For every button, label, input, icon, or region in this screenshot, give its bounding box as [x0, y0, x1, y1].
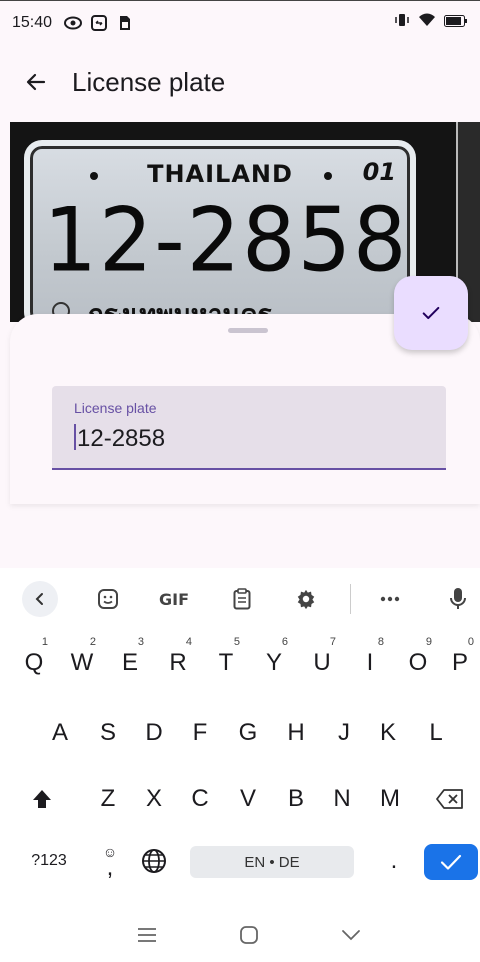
- field-value: 12-2858: [77, 425, 166, 452]
- key-s[interactable]: S: [88, 708, 128, 758]
- key-u[interactable]: U7: [302, 636, 342, 688]
- key-b[interactable]: B: [276, 774, 316, 824]
- globe-icon: [142, 849, 166, 873]
- key-v[interactable]: V: [228, 774, 268, 824]
- check-icon: [422, 306, 440, 320]
- text-caret: [74, 424, 76, 450]
- settings-icon: [297, 589, 315, 610]
- key-m[interactable]: M: [370, 774, 410, 824]
- key-p[interactable]: P0: [440, 636, 480, 688]
- gif-button[interactable]: GIF: [152, 581, 196, 617]
- plate-code: 01: [362, 158, 396, 186]
- status-right-icons: [394, 13, 468, 32]
- vibrate-icon: [394, 13, 410, 32]
- sticker-button[interactable]: [92, 581, 124, 617]
- app-bar: License plate: [0, 44, 480, 120]
- key-d[interactable]: D: [134, 708, 174, 758]
- keyboard-row-1: Q1 W2 E3 R4 T5 Y6 U7 I8 O9 P0: [0, 636, 480, 698]
- plate-country: THAILAND: [147, 160, 293, 188]
- plate-number: 12-2858: [43, 188, 409, 292]
- key-w[interactable]: W2: [62, 636, 102, 688]
- symbols-key[interactable]: ?123: [22, 836, 76, 886]
- key-y[interactable]: Y6: [254, 636, 294, 688]
- keyboard-row-3: Z X C V B N M: [0, 774, 480, 834]
- more-button[interactable]: [374, 581, 406, 617]
- status-bar: 15:40: [0, 0, 480, 44]
- key-t[interactable]: T5: [206, 636, 246, 688]
- shift-key[interactable]: [22, 774, 62, 824]
- period-key[interactable]: .: [374, 836, 414, 886]
- chevron-down-icon: [342, 930, 360, 941]
- home-button[interactable]: [234, 920, 264, 950]
- arrow-left-icon: [26, 73, 46, 91]
- keyboard-row-2: A S D F G H J K L: [0, 708, 480, 768]
- keyboard: GIF Q1 W2 E3 R4 T5 Y6 U7 I8 O9 P 0 A S D…: [0, 568, 480, 962]
- field-label: License plate: [74, 400, 157, 416]
- status-time: 15:40: [12, 13, 53, 31]
- key-o[interactable]: O9: [398, 636, 438, 688]
- key-a[interactable]: A: [40, 708, 80, 758]
- comma-key[interactable]: ☺ ,: [90, 836, 130, 886]
- eye-icon: [64, 14, 83, 32]
- check-icon: [440, 854, 462, 870]
- key-g[interactable]: G: [228, 708, 268, 758]
- key-e[interactable]: E3: [110, 636, 150, 688]
- chevron-left-icon: [35, 593, 43, 605]
- key-i[interactable]: I8: [350, 636, 390, 688]
- license-plate-image: THAILAND 01 12-2858 กรุงเทพมหานคร: [24, 140, 416, 322]
- key-c[interactable]: C: [180, 774, 220, 824]
- shift-icon: [33, 790, 51, 808]
- key-k[interactable]: K: [368, 708, 408, 758]
- wifi-icon: [418, 13, 436, 32]
- menu-icon: [138, 928, 156, 942]
- home-icon: [240, 926, 258, 944]
- key-q[interactable]: Q1: [14, 636, 54, 688]
- license-plate-field[interactable]: License plate 12-2858: [52, 386, 446, 470]
- navigation-bar: [0, 908, 480, 962]
- more-icon: [380, 596, 400, 602]
- recents-button[interactable]: [132, 920, 162, 950]
- back-button[interactable]: [16, 62, 56, 102]
- voice-input-button[interactable]: [442, 581, 474, 617]
- key-f[interactable]: F: [180, 708, 220, 758]
- key-l[interactable]: L: [416, 708, 456, 758]
- key-z[interactable]: Z: [88, 774, 128, 824]
- key-n[interactable]: N: [322, 774, 362, 824]
- plate-dot: [324, 172, 332, 180]
- drag-handle[interactable]: [228, 328, 268, 333]
- clipboard-icon: [233, 588, 251, 610]
- mic-icon: [450, 588, 466, 609]
- sim-icon: [116, 14, 134, 32]
- language-key[interactable]: [134, 836, 174, 886]
- clipboard-button[interactable]: [226, 581, 258, 617]
- backspace-icon: [436, 789, 463, 809]
- keyboard-toolbar: GIF: [0, 568, 480, 630]
- toolbar-divider: [350, 584, 351, 614]
- key-x[interactable]: X: [134, 774, 174, 824]
- hide-keyboard-button[interactable]: [336, 920, 366, 950]
- screen-record-icon: [90, 14, 108, 32]
- sticker-icon: [98, 589, 118, 609]
- confirm-button[interactable]: [394, 276, 468, 350]
- field-input[interactable]: 12-2858: [74, 424, 165, 453]
- keyboard-row-4: ?123 ☺ , EN • DE .: [0, 836, 480, 896]
- toolbar-back-button[interactable]: [22, 581, 58, 617]
- key-j[interactable]: J: [324, 708, 364, 758]
- key-r[interactable]: R4: [158, 636, 198, 688]
- battery-icon: [444, 14, 468, 32]
- key-h[interactable]: H: [276, 708, 316, 758]
- screen: 15:40 License plate THAILAND 01 12-2858 …: [0, 0, 480, 962]
- page-title: License plate: [72, 66, 226, 97]
- settings-button[interactable]: [290, 581, 322, 617]
- backspace-key[interactable]: [430, 774, 470, 824]
- space-key[interactable]: EN • DE: [190, 846, 354, 878]
- enter-key[interactable]: [424, 844, 478, 880]
